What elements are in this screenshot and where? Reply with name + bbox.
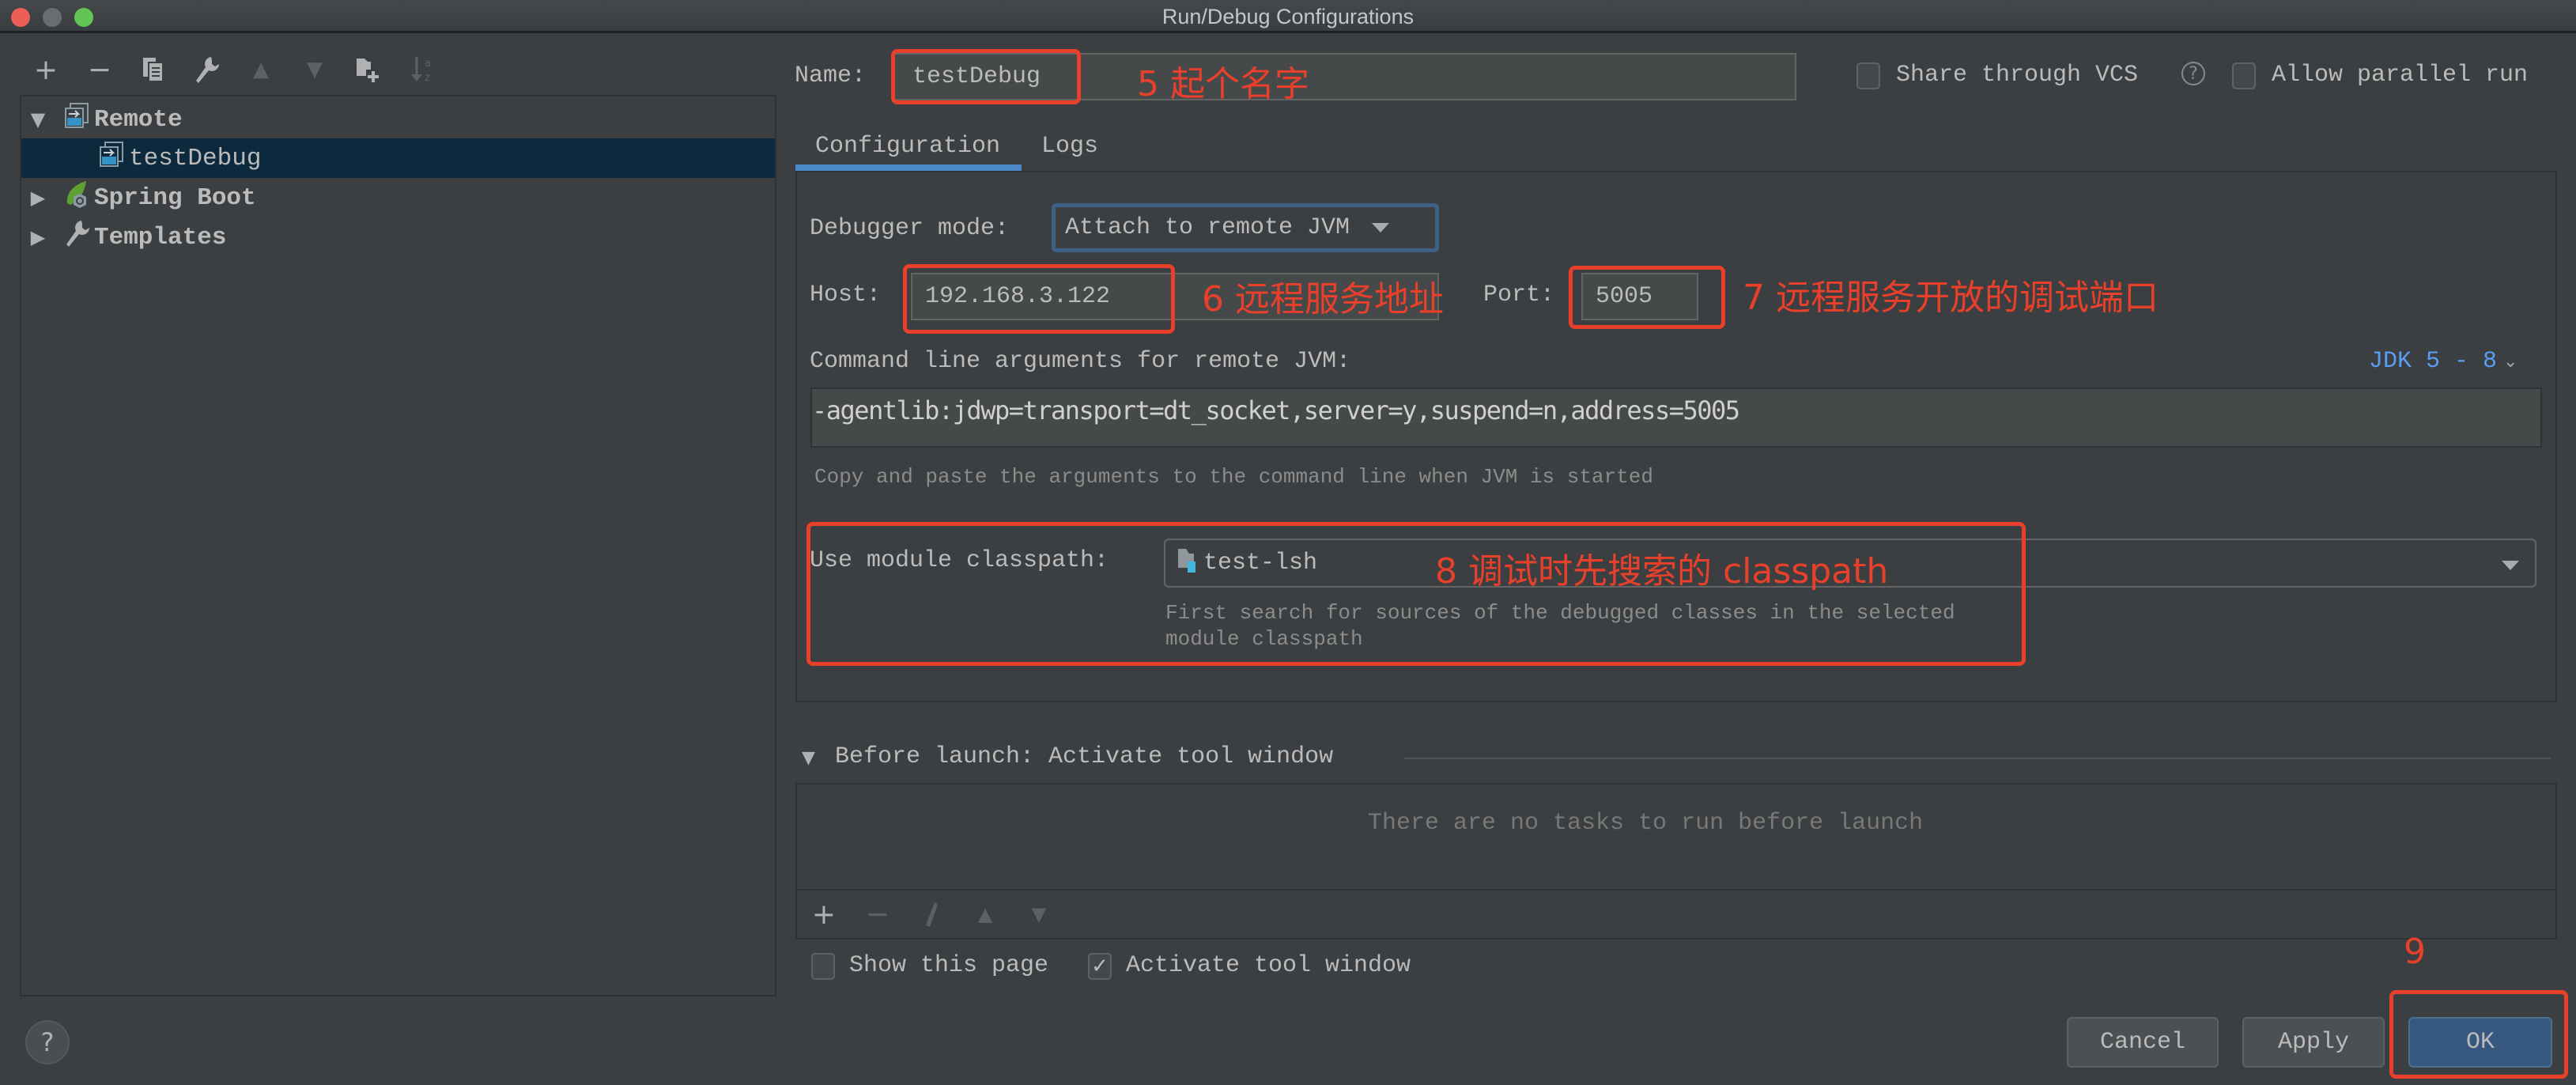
allow-parallel-checkbox[interactable] [2232,62,2256,89]
tab-configuration[interactable]: Configuration [815,133,1000,160]
annotation-8: 8 调试时先搜索的 classpath [1435,551,1889,592]
wrench-icon[interactable] [191,54,223,85]
tab-logs[interactable]: Logs [1041,133,1098,160]
show-this-page-checkbox[interactable] [811,953,835,980]
chevron-down-icon [2502,561,2519,570]
new-folder-icon[interactable] [353,54,384,85]
edit-task-icon[interactable] [916,898,947,930]
no-tasks-text: There are no tasks to run before launch [1368,810,1924,837]
annotation-box-ok [2389,990,2568,1079]
jdk-version-label: JDK 5 - 8 [2369,348,2498,375]
annotation-6: 6 远程服务地址 [1202,279,1444,319]
annotation-5: 5 起个名字 [1137,64,1309,104]
before-launch-title: Before launch: Activate tool window [835,743,1334,770]
collapse-arrow-icon[interactable]: ▼ [802,748,815,768]
tree-item-remote[interactable]: ▼ Remote [21,100,775,139]
before-launch-task-list [795,783,2557,939]
annotation-box-host [903,264,1175,334]
svg-text:a: a [425,58,431,70]
chevron-down-icon [1372,223,1390,232]
activate-tool-window-label: Activate tool window [1126,952,1411,979]
debugger-mode-label: Debugger mode: [810,215,1010,242]
debugger-mode-dropdown[interactable]: Attach to remote JVM [1052,203,1439,252]
spring-boot-icon [64,180,91,216]
move-task-up-icon[interactable]: ▲ [969,898,1001,930]
section-divider [1404,758,2551,759]
expand-arrow-icon[interactable]: ▶ [26,226,50,248]
port-label: Port: [1483,282,1555,308]
configuration-tree: ▼ Remote testDebug ▶ Spring Boot ▶ Templ… [20,95,776,996]
annotation-7: 7 远程服务开放的调试端口 [1743,278,2159,318]
expand-arrow-icon[interactable]: ▶ [26,187,50,209]
tree-item-spring-boot[interactable]: ▶ Spring Boot [21,178,775,217]
share-vcs-checkbox[interactable] [1856,62,1880,89]
move-up-icon[interactable]: ▲ [245,54,277,85]
share-vcs-label: Share through VCS [1896,62,2139,89]
move-down-icon[interactable]: ▼ [299,54,330,85]
cmd-args-textarea[interactable]: -agentlib:jdwp=transport=dt_socket,serve… [810,388,2542,448]
copy-icon[interactable] [138,54,169,85]
cmd-args-label: Command line arguments for remote JVM: [810,348,1351,375]
add-task-icon[interactable]: + [808,898,840,931]
tree-item-label: testDebug [129,144,262,172]
show-this-page-label: Show this page [849,952,1049,979]
wrench-icon [64,219,91,255]
remote-config-icon [64,102,91,137]
jdk-version-selector[interactable]: JDK 5 - 8 ⌄ [2369,348,2517,375]
cmd-args-value: -agentlib:jdwp=transport=dt_socket,serve… [812,395,1740,425]
tree-item-templates[interactable]: ▶ Templates [21,217,775,257]
activate-tool-window-checkbox[interactable]: ✓ [1088,953,1112,980]
help-button[interactable]: ? [25,1020,70,1064]
window-title: Run/Debug Configurations [1161,5,1415,28]
add-icon[interactable]: + [30,54,62,86]
annotation-9: 9 [2404,932,2426,972]
cmd-args-hint: Copy and paste the arguments to the comm… [814,465,1653,489]
remove-icon[interactable]: − [84,54,115,86]
svg-text:z: z [425,72,430,84]
help-icon[interactable]: ? [2181,62,2205,85]
tree-item-label: Remote [94,105,183,134]
cancel-button[interactable]: Cancel [2067,1017,2219,1068]
remove-task-icon[interactable]: − [862,898,893,931]
apply-button[interactable]: Apply [2242,1017,2385,1068]
tree-item-testdebug[interactable]: testDebug [21,138,775,178]
task-toolbar-divider [795,889,2557,890]
expand-arrow-icon[interactable]: ▼ [26,108,50,130]
allow-parallel-label: Allow parallel run [2272,62,2529,89]
sort-alpha-icon[interactable]: az [406,54,438,85]
chevron-down-icon: ⌄ [2503,351,2518,372]
remote-config-icon [99,141,126,176]
annotation-box-port [1569,266,1725,329]
debugger-mode-value: Attach to remote JVM [1065,214,1350,241]
tree-item-label: Templates [94,223,227,251]
annotation-box-name [891,49,1081,104]
move-task-down-icon[interactable]: ▼ [1023,898,1055,930]
tree-item-label: Spring Boot [94,183,256,212]
host-label: Host: [810,282,882,308]
name-label: Name: [795,62,867,89]
